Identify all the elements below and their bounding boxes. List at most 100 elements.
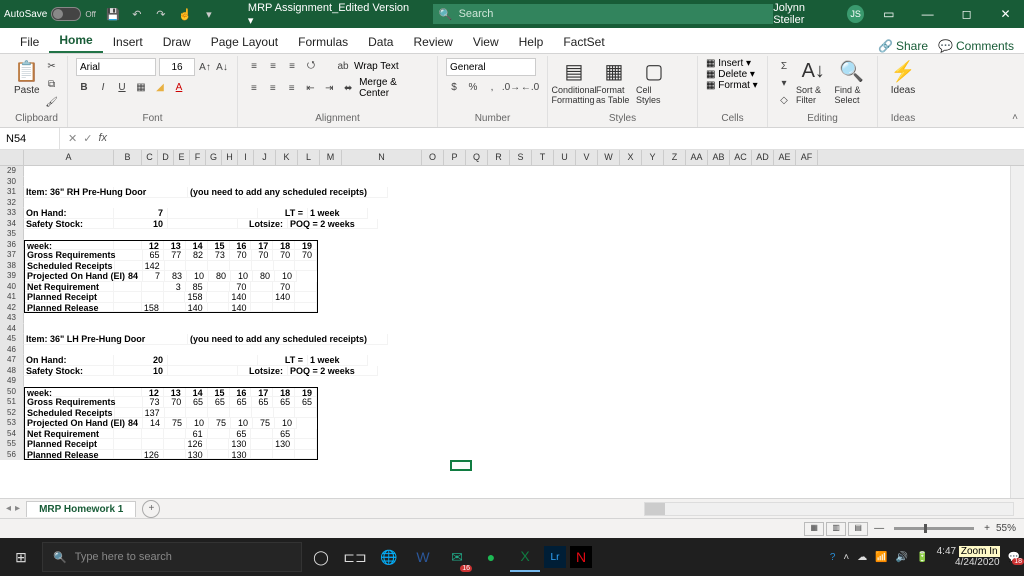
cell[interactable] <box>295 261 317 272</box>
col-header[interactable]: O <box>422 150 444 165</box>
cell[interactable]: 18 <box>273 388 295 398</box>
cell[interactable] <box>251 303 273 313</box>
col-header[interactable]: R <box>488 150 510 165</box>
cell[interactable] <box>115 397 143 408</box>
windows-search[interactable]: 🔍Type here to search <box>42 542 302 572</box>
cell[interactable]: 65 <box>252 397 274 408</box>
row-header[interactable]: 37 <box>0 250 24 261</box>
insert-function-icon[interactable]: fx <box>98 132 107 145</box>
cell[interactable]: Scheduled Receipts <box>25 408 115 419</box>
cell[interactable] <box>114 439 142 450</box>
row-header[interactable]: 54 <box>0 429 24 440</box>
chrome-icon[interactable]: 🌐 <box>374 542 404 572</box>
formula-input[interactable] <box>115 133 1024 145</box>
cell[interactable]: 75 <box>253 418 275 429</box>
cell[interactable]: 70 <box>252 250 274 261</box>
align-left-icon[interactable]: ≡ <box>246 80 262 96</box>
cell[interactable]: LT = <box>258 355 308 366</box>
comments-button[interactable]: 💬 Comments <box>938 39 1014 53</box>
lightroom-icon[interactable]: Lr <box>544 546 566 568</box>
bold-button[interactable]: B <box>76 79 92 95</box>
cell[interactable]: 14 <box>186 388 208 398</box>
tab-view[interactable]: View <box>463 31 509 53</box>
cell[interactable]: 73 <box>208 250 230 261</box>
cell[interactable]: 10 <box>114 366 168 377</box>
cell[interactable]: POQ = 2 weeks <box>288 366 378 377</box>
cell[interactable]: week: <box>25 388 114 398</box>
cell[interactable]: (you need to add any scheduled receipts) <box>188 187 388 198</box>
cell[interactable] <box>251 439 273 450</box>
customize-icon[interactable]: ▾ <box>200 5 218 23</box>
user-avatar[interactable]: JS <box>847 5 864 23</box>
col-header[interactable]: AA <box>686 150 708 165</box>
cell[interactable] <box>186 261 208 272</box>
italic-button[interactable]: I <box>95 79 111 95</box>
cell[interactable]: 84 <box>115 418 143 429</box>
cell[interactable] <box>208 408 230 419</box>
cell[interactable] <box>114 241 142 251</box>
vertical-scrollbar[interactable] <box>1010 166 1024 498</box>
help-tray-icon[interactable]: ? <box>830 552 836 563</box>
cell[interactable] <box>207 439 229 450</box>
redo-icon[interactable]: ↷ <box>152 5 170 23</box>
cell[interactable]: 142 <box>143 261 165 272</box>
cell[interactable]: 14 <box>143 418 165 429</box>
cell[interactable]: 12 <box>142 388 164 398</box>
cell[interactable]: 130 <box>186 450 208 460</box>
battery-icon[interactable]: 🔋 <box>916 552 928 563</box>
select-all-corner[interactable] <box>0 150 24 165</box>
increase-font-icon[interactable]: A↑ <box>198 59 212 75</box>
tab-file[interactable]: File <box>10 31 49 53</box>
cell[interactable]: 130 <box>273 439 295 450</box>
ribbon-display-icon[interactable]: ▭ <box>874 7 903 21</box>
cell[interactable] <box>168 355 258 366</box>
cell[interactable]: Safety Stock: <box>24 366 114 377</box>
cell[interactable]: 15 <box>208 388 230 398</box>
col-header[interactable]: AD <box>752 150 774 165</box>
cell[interactable]: 70 <box>273 250 295 261</box>
cell[interactable]: Safety Stock: <box>24 219 114 230</box>
tab-factset[interactable]: FactSet <box>553 31 614 53</box>
col-header[interactable]: L <box>298 150 320 165</box>
cell[interactable]: Scheduled Receipts <box>25 261 115 272</box>
cell[interactable]: 70 <box>164 397 186 408</box>
fill-color-icon[interactable]: ◢ <box>152 79 168 95</box>
zoom-in-icon[interactable]: + <box>984 523 990 534</box>
cell[interactable] <box>251 282 273 293</box>
cell[interactable]: 80 <box>253 271 275 282</box>
close-icon[interactable]: ✕ <box>991 7 1020 21</box>
toggle-switch[interactable] <box>51 7 81 21</box>
col-header[interactable]: N <box>342 150 422 165</box>
cell[interactable] <box>208 429 230 440</box>
cell[interactable]: 70 <box>230 250 252 261</box>
percent-icon[interactable]: % <box>465 79 481 95</box>
cell[interactable] <box>114 292 142 303</box>
cell[interactable]: 1 week <box>308 208 368 219</box>
cell[interactable]: 158 <box>142 303 164 313</box>
cell[interactable]: Planned Release <box>25 303 114 313</box>
cell[interactable]: 130 <box>229 439 251 450</box>
cell[interactable]: 10 <box>275 418 297 429</box>
cell[interactable]: 140 <box>186 303 208 313</box>
cell[interactable] <box>295 303 317 313</box>
row-header[interactable]: 49 <box>0 376 24 387</box>
autosum-icon[interactable]: Σ <box>776 58 792 74</box>
row-header[interactable]: 48 <box>0 366 24 377</box>
cell[interactable]: 3 <box>164 282 186 293</box>
cell[interactable] <box>142 282 164 293</box>
cell[interactable] <box>168 208 258 219</box>
col-header[interactable]: B <box>114 150 142 165</box>
cell[interactable] <box>168 366 238 377</box>
cell[interactable]: 61 <box>186 429 208 440</box>
spreadsheet-grid[interactable]: 293031Item: 36" RH Pre-Hung Door(you nee… <box>0 166 1024 498</box>
row-header[interactable]: 47 <box>0 355 24 366</box>
cell[interactable] <box>114 282 142 293</box>
col-header[interactable]: AE <box>774 150 796 165</box>
orientation-icon[interactable]: ⭯ <box>303 58 319 74</box>
cell[interactable] <box>274 261 296 272</box>
fill-icon[interactable]: ▾ <box>776 75 792 91</box>
row-header[interactable]: 41 <box>0 292 24 303</box>
col-header[interactable]: T <box>532 150 554 165</box>
cell[interactable]: 126 <box>185 439 207 450</box>
cell[interactable] <box>208 450 230 460</box>
